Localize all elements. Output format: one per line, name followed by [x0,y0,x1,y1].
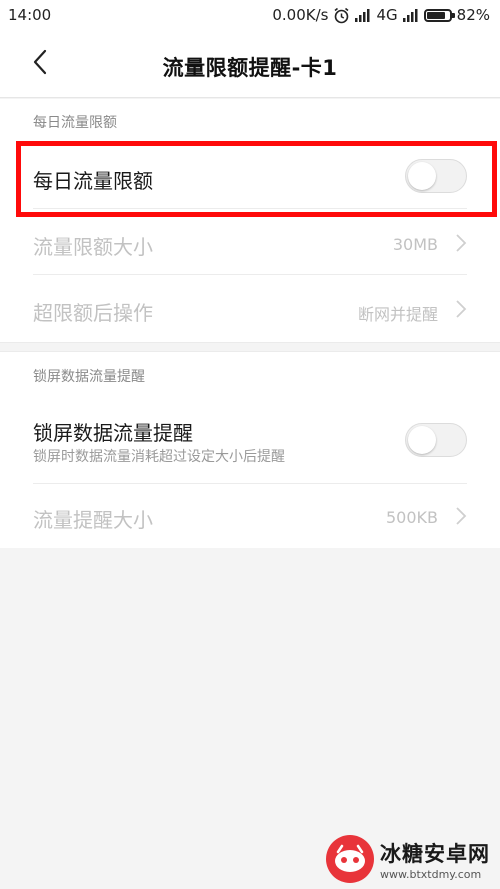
row-label: 每日流量限额 [33,169,153,193]
watermark-url: www.btxtdmy.com [380,867,482,881]
signal-icon [402,8,419,22]
row-value: 500KB [385,508,438,527]
status-bar: 14:00 0.00K/s 4G 82% [0,0,500,30]
toggle-knob [408,162,436,190]
network-type: 4G [376,6,398,24]
battery-percent: 82% [456,6,490,24]
row-label: 流量提醒大小 [33,508,153,532]
row-label: 流量限额大小 [33,235,153,259]
status-time: 14:00 [8,6,52,24]
section-header: 每日流量限额 [33,115,117,131]
row-label: 超限额后操作 [33,301,153,325]
chevron-right-icon [456,507,467,525]
chevron-right-icon [456,300,467,318]
row-value: 30MB [392,235,438,254]
watermark-title: 冰糖安卓网 [380,841,490,866]
toggle-knob [408,426,436,454]
watermark-logo-icon [326,835,374,883]
status-icons: 0.00K/s 4G 82% [272,6,490,24]
row-label: 锁屏数据流量提醒 [33,421,193,445]
lockscreen-section: 锁屏数据流量提醒 锁屏数据流量提醒 锁屏时数据流量消耗超过设定大小后提醒 流量提… [0,352,500,548]
daily-limit-toggle[interactable] [405,159,467,193]
battery-icon [423,8,455,22]
chevron-right-icon [456,234,467,252]
section-header: 锁屏数据流量提醒 [33,369,145,385]
battery-level [426,11,445,19]
signal-icon [355,8,371,22]
section-divider [0,342,500,352]
daily-limit-row[interactable]: 每日流量限额 [0,143,500,209]
row-value: 断网并提醒 [357,305,438,324]
alarm-icon [333,7,350,24]
watermark: 冰糖安卓网 www.btxtdmy.com [326,835,490,883]
page-title: 流量限额提醒-卡1 [162,56,338,80]
alert-size-row[interactable]: 流量提醒大小 500KB [0,484,500,548]
row-sublabel: 锁屏时数据流量消耗超过设定大小后提醒 [33,449,285,465]
lockscreen-alert-row[interactable]: 锁屏数据流量提醒 锁屏时数据流量消耗超过设定大小后提醒 [0,396,500,484]
lockscreen-alert-toggle[interactable] [405,423,467,457]
page-header: 流量限额提醒-卡1 [0,30,500,98]
limit-size-row[interactable]: 流量限额大小 30MB [0,209,500,275]
watermark-text: 冰糖安卓网 www.btxtdmy.com [380,838,490,881]
net-speed: 0.00K/s [272,6,329,24]
daily-limit-section: 每日流量限额 每日流量限额 流量限额大小 30MB 超限额后操作 断网并提醒 [0,99,500,342]
over-limit-action-row[interactable]: 超限额后操作 断网并提醒 [0,275,500,342]
